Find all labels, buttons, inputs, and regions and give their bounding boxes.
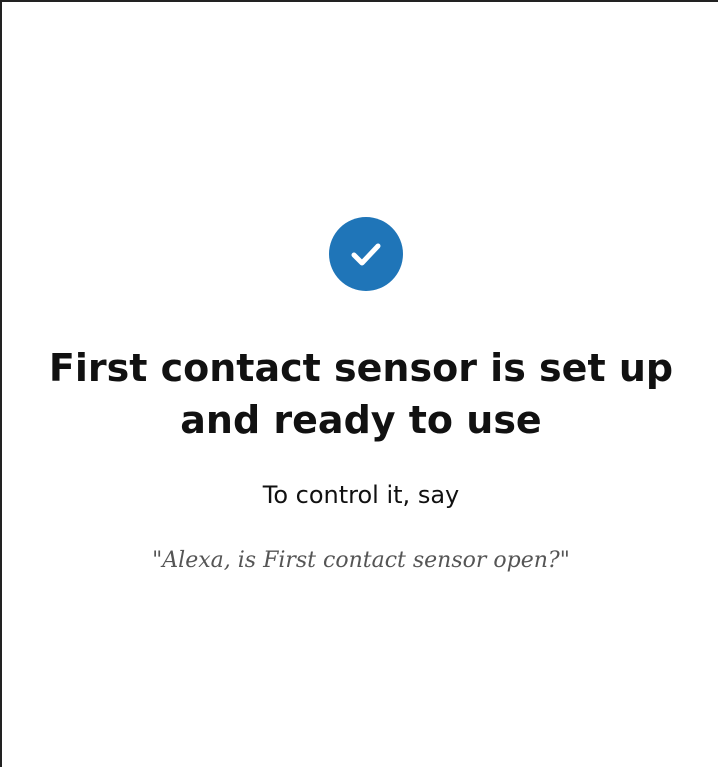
checkmark-circle-icon xyxy=(329,217,403,291)
setup-complete-title: First contact sensor is set up and ready… xyxy=(48,346,674,442)
setup-complete-screen: First contact sensor is set up and ready… xyxy=(0,0,718,767)
control-instruction: To control it, say xyxy=(262,481,460,509)
checkmark-icon xyxy=(351,243,381,266)
example-voice-command: "Alexa, is First contact sensor open?" xyxy=(152,548,570,573)
